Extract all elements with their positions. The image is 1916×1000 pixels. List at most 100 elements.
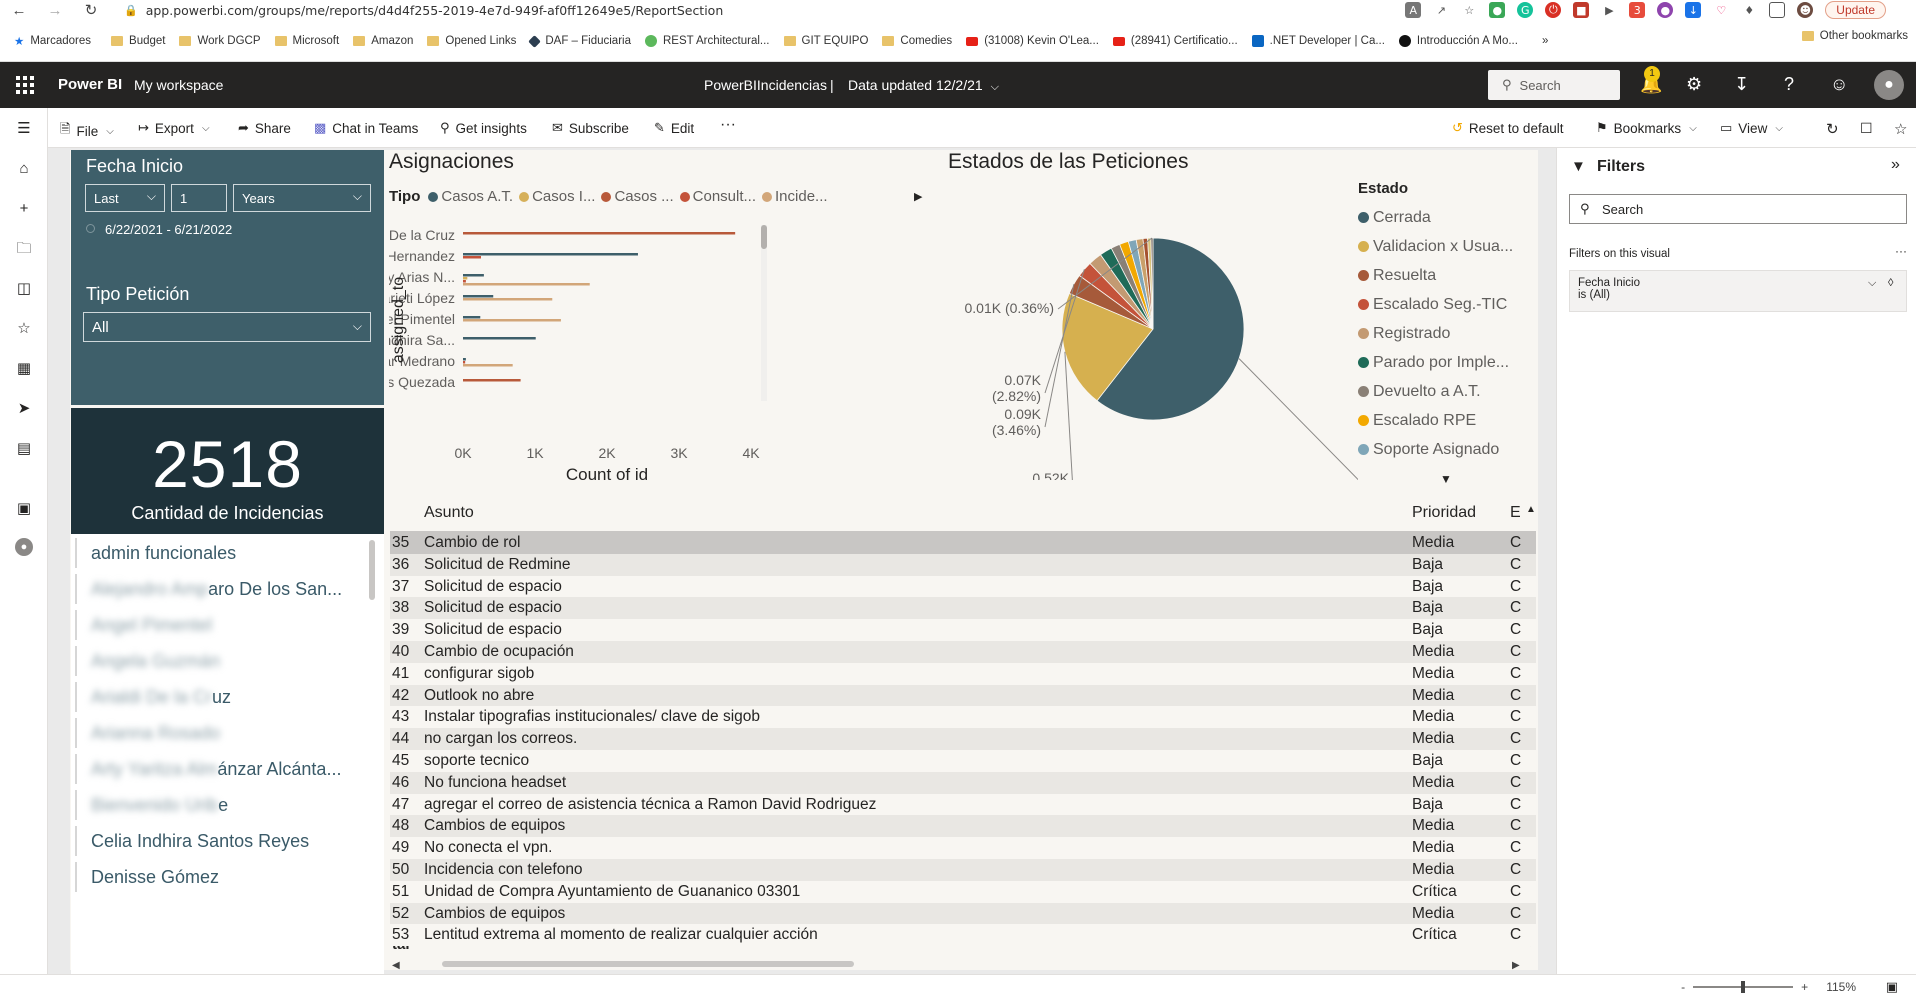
workspace-link[interactable]: My workspace bbox=[134, 77, 223, 93]
legend-item[interactable]: Cerrada bbox=[1358, 203, 1558, 232]
assignee-item[interactable]: Bienvenido Urib e bbox=[75, 790, 228, 820]
chevron-down-icon[interactable]: ⌵ bbox=[1868, 277, 1876, 290]
legend-item[interactable]: Casos I... bbox=[519, 188, 595, 205]
bar[interactable] bbox=[463, 337, 536, 340]
eraser-icon[interactable]: ◊ bbox=[1888, 277, 1893, 289]
bar[interactable] bbox=[463, 361, 466, 364]
table-horizontal-scrollbar[interactable]: ◀ ▶ bbox=[390, 958, 1530, 970]
bookmark-marcadores[interactable]: ★ Marcadores bbox=[14, 34, 91, 48]
legend-item[interactable]: Parado por Imple... bbox=[1358, 348, 1558, 377]
table-row[interactable]: 53 Lentitud extrema al momento de realiza… bbox=[390, 924, 1536, 947]
legend-item[interactable]: Escalado Seg.-TIC bbox=[1358, 290, 1558, 319]
profile-avatar-icon[interactable]: ☻ bbox=[1797, 2, 1814, 18]
reset-to-default-button[interactable]: ↺ Reset to default bbox=[1452, 120, 1563, 136]
app-name[interactable]: Power BI bbox=[58, 76, 122, 93]
legend-more-arrow-icon[interactable]: ▼ bbox=[1440, 472, 1452, 486]
zoom-out-button[interactable]: - bbox=[1681, 980, 1685, 994]
export-menu[interactable]: ↦ Export ⌵ bbox=[138, 120, 210, 136]
my-workspace-icon[interactable]: ● bbox=[15, 538, 33, 556]
other-bookmarks[interactable]: Other bookmarks bbox=[1801, 30, 1908, 42]
bar[interactable] bbox=[463, 277, 468, 280]
table-row[interactable]: 35 Cambio de rol Media C bbox=[390, 532, 1536, 554]
table-row[interactable]: 49 No conecta el vpn. Media C bbox=[390, 837, 1536, 859]
create-plus-icon[interactable]: + bbox=[15, 200, 33, 218]
bar[interactable] bbox=[463, 319, 561, 322]
legend-item[interactable]: Casos ... bbox=[601, 188, 674, 205]
bar-chart-scrollbar-thumb[interactable] bbox=[761, 225, 767, 249]
collapse-pane-icon[interactable]: » bbox=[1891, 156, 1900, 174]
bar[interactable] bbox=[463, 316, 481, 319]
chat-in-teams-button[interactable]: ▩ Chat in Teams bbox=[314, 120, 418, 136]
extension-audio-icon[interactable]: ▶ bbox=[1601, 2, 1618, 18]
refresh-icon[interactable]: ↻ bbox=[1826, 120, 1839, 138]
assignee-item[interactable]: admin funcionales bbox=[75, 538, 236, 568]
legend-item[interactable]: Registrado bbox=[1358, 319, 1558, 348]
bookmark-rest[interactable]: REST Architectural... bbox=[644, 35, 770, 47]
header-search-input[interactable]: ⚲ Search bbox=[1488, 70, 1620, 100]
assignee-item[interactable]: Arty Yaritza Alm ánzar Alcánta... bbox=[75, 754, 341, 784]
relative-unit-select[interactable]: Years ⌵ bbox=[233, 184, 371, 212]
legend-item[interactable]: Incide... bbox=[762, 188, 828, 205]
forward-arrow-icon[interactable]: → bbox=[44, 0, 66, 20]
bookmark-budget[interactable]: Budget bbox=[111, 35, 165, 47]
favorite-star-icon[interactable]: ☆ bbox=[1894, 120, 1907, 138]
bar[interactable] bbox=[463, 379, 521, 382]
download-icon[interactable]: ↧ bbox=[1734, 74, 1749, 95]
bookmark-opened-links[interactable]: Opened Links bbox=[427, 35, 516, 47]
relative-count-input[interactable]: 1 bbox=[171, 184, 227, 212]
table-row[interactable]: 36 Solicitud de Redmine Baja C bbox=[390, 553, 1536, 576]
workspaces-icon[interactable]: ▣ bbox=[15, 500, 33, 518]
feedback-smiley-icon[interactable]: ☺ bbox=[1830, 74, 1848, 95]
legend-item[interactable]: Consult... bbox=[679, 188, 756, 205]
zoom-in-button[interactable]: + bbox=[1801, 980, 1808, 994]
table-row[interactable]: 43 Instalar tipografias institucionales/ … bbox=[390, 706, 1536, 729]
table-row[interactable]: 41 configurar sigob Media C bbox=[390, 662, 1536, 685]
legend-item[interactable]: Resuelta bbox=[1358, 261, 1558, 290]
bookmark-comedies[interactable]: Comedies bbox=[882, 35, 952, 47]
browse-folder-icon[interactable]: 🗀 bbox=[15, 240, 33, 258]
assignee-scrollbar[interactable] bbox=[369, 540, 375, 600]
assignee-item[interactable]: Alejandro Amp aro De los San... bbox=[75, 574, 342, 604]
address-bar[interactable]: app.powerbi.com/groups/me/reports/d4d4f2… bbox=[146, 3, 724, 18]
subscribe-button[interactable]: ✉ Subscribe bbox=[552, 120, 629, 136]
extension-power-icon[interactable]: ⏻ bbox=[1545, 2, 1562, 18]
scroll-up-icon[interactable]: ▲ bbox=[1526, 504, 1536, 515]
sidepanel-icon[interactable] bbox=[1769, 2, 1786, 18]
table-row[interactable]: 51 Unidad de Compra Ayuntamiento de Guana… bbox=[390, 880, 1536, 903]
user-avatar[interactable]: ● bbox=[1874, 70, 1904, 100]
bar[interactable] bbox=[463, 283, 590, 286]
lock-icon[interactable]: 🔒 bbox=[124, 4, 138, 17]
bar[interactable] bbox=[463, 364, 513, 367]
column-prioridad[interactable]: Prioridad bbox=[1412, 504, 1476, 522]
star-icon[interactable]: ☆ bbox=[1461, 2, 1478, 18]
data-updated-dropdown[interactable]: Data updated 12/2/21 ⌵ bbox=[848, 77, 999, 94]
learn-book-icon[interactable]: ▤ bbox=[15, 440, 33, 458]
table-row[interactable]: 46 No funciona headset Media C bbox=[390, 771, 1536, 794]
bookmark-linkedin[interactable]: .NET Developer | Ca... bbox=[1251, 35, 1385, 47]
view-menu[interactable]: ▭ View ⌵ bbox=[1720, 120, 1783, 136]
zoom-slider[interactable] bbox=[1693, 981, 1794, 993]
more-options-button[interactable]: ··· bbox=[720, 116, 736, 134]
assignee-item[interactable]: Celia Indhira Santos Reyes bbox=[75, 826, 309, 856]
table-row[interactable]: 47 agregar el correo de asistencia técnic… bbox=[390, 793, 1536, 816]
bookmark-git-equipo[interactable]: GIT EQUIPO bbox=[783, 35, 868, 47]
assignee-item[interactable]: Arialdi De la Cr uz bbox=[75, 682, 231, 712]
bar[interactable] bbox=[463, 253, 638, 256]
translate-icon[interactable]: A bbox=[1405, 2, 1422, 18]
update-button[interactable]: Update bbox=[1825, 1, 1886, 19]
reload-icon[interactable]: ↻ bbox=[80, 0, 102, 20]
bookmarks-overflow[interactable]: » bbox=[1542, 35, 1548, 47]
bookmarks-menu[interactable]: ⚑ Bookmarks ⌵ bbox=[1596, 120, 1697, 136]
tipo-peticion-dropdown[interactable]: All ⌵ bbox=[83, 312, 371, 342]
table-row[interactable]: 44 no cargan los correos. Media C bbox=[390, 728, 1536, 750]
share-page-icon[interactable]: ↗ bbox=[1433, 2, 1450, 18]
get-insights-button[interactable]: ⚲ Get insights bbox=[440, 120, 527, 136]
filters-more-options[interactable]: ··· bbox=[1895, 244, 1907, 258]
extension-purple-icon[interactable]: ● bbox=[1657, 2, 1674, 18]
home-icon[interactable]: ⌂ bbox=[15, 160, 33, 178]
bar[interactable] bbox=[463, 280, 466, 283]
back-arrow-icon[interactable]: ← bbox=[8, 0, 30, 20]
extension-blue-icon[interactable]: ↓ bbox=[1685, 2, 1702, 18]
bar[interactable] bbox=[463, 256, 481, 259]
table-row[interactable]: 40 Cambio de ocupación Media C bbox=[390, 641, 1536, 663]
